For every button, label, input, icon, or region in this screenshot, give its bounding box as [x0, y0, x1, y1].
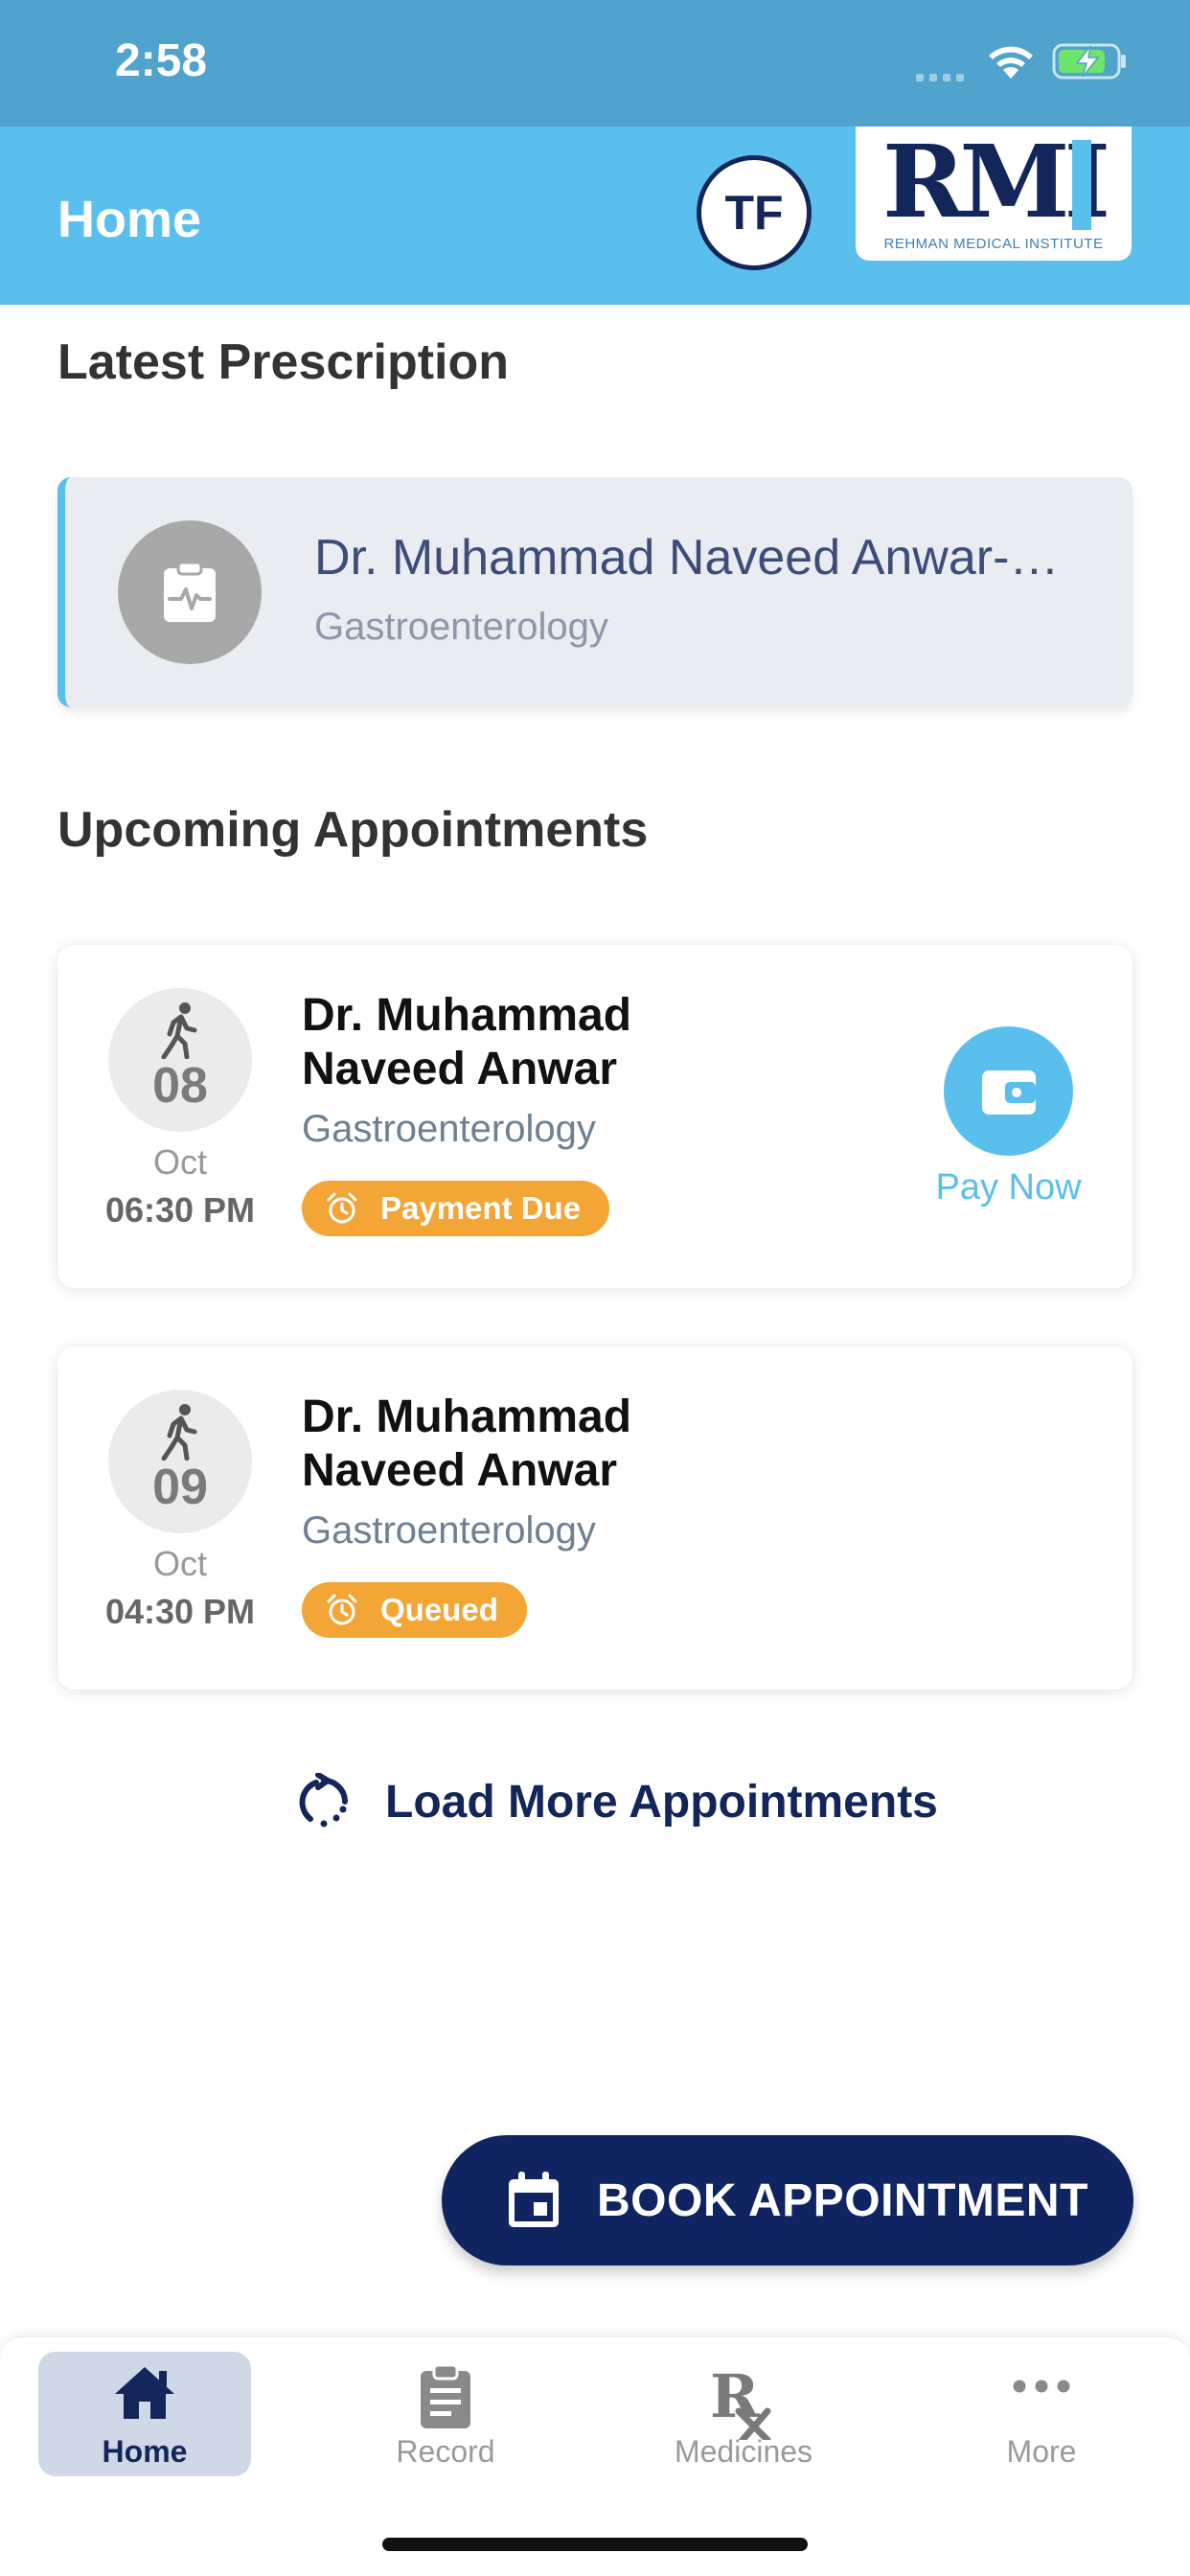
tab-record[interactable]: Record: [339, 2352, 552, 2476]
appointment-card[interactable]: 09 Oct 04:30 PM Dr. Muhammad Naveed Anwa…: [57, 1346, 1133, 1690]
prescription-specialty: Gastroenterology: [314, 606, 608, 648]
status-badge: Payment Due: [302, 1181, 610, 1236]
cellular-signal-icon: [916, 69, 970, 86]
wallet-icon: [981, 1070, 1036, 1115]
appointment-date-circle: 08: [108, 988, 252, 1132]
alarm-clock-icon: [327, 1192, 357, 1224]
appointment-doctor-name: Dr. Muhammad Naveed Anwar: [302, 1392, 632, 1496]
latest-prescription-heading: Latest Prescription: [57, 334, 510, 390]
status-time: 2:58: [115, 35, 208, 86]
appointment-date-circle: 09: [108, 1390, 252, 1533]
appointment-month: Oct: [152, 1544, 207, 1583]
appointment-specialty: Gastroenterology: [302, 1108, 596, 1150]
tab-more[interactable]: More: [935, 2352, 1148, 2476]
calendar-icon: [509, 2172, 559, 2227]
tab-record-label: Record: [396, 2434, 495, 2469]
upcoming-appointments-heading: Upcoming Appointments: [57, 802, 649, 858]
refresh-icon: [299, 1773, 348, 1828]
page-title: Home: [57, 191, 202, 248]
latest-prescription-card[interactable]: Dr. Muhammad Naveed Anwar-… Gastroentero…: [57, 477, 1133, 707]
medical-report-icon: [118, 520, 262, 664]
rx-icon: R: [710, 2363, 771, 2440]
load-more-appointments-button[interactable]: Load More Appointments: [297, 1763, 938, 1840]
app-header: Home TF RMI REHMAN MEDICAL INSTITUTE: [0, 126, 1190, 305]
alarm-clock-icon: [327, 1594, 357, 1625]
tab-home[interactable]: Home: [38, 2352, 251, 2476]
pay-now-label[interactable]: Pay Now: [901, 1167, 1116, 1208]
load-more-label[interactable]: Load More Appointments: [385, 1776, 938, 1828]
status-badge-label: Queued: [380, 1592, 498, 1627]
appointment-day: 08: [152, 1058, 208, 1114]
prescription-doctor-name: Dr. Muhammad Naveed Anwar-…: [314, 530, 1060, 586]
rmi-logo: RMI REHMAN MEDICAL INSTITUTE: [856, 126, 1132, 261]
walking-person-icon: [161, 1404, 197, 1460]
home-indicator: [382, 2538, 808, 2551]
logo-subtitle: REHMAN MEDICAL INSTITUTE: [883, 236, 1104, 252]
home-icon: [115, 2367, 174, 2419]
tab-more-label: More: [1006, 2434, 1077, 2469]
tab-medicines-label: Medicines: [674, 2434, 813, 2469]
book-appointment-label[interactable]: BOOK APPOINTMENT: [597, 2174, 1088, 2227]
battery-charging-icon: [1052, 43, 1126, 80]
walking-person-icon: [161, 1002, 197, 1059]
tab-medicines[interactable]: R Medicines: [637, 2352, 850, 2476]
appointment-time: 06:30 PM: [104, 1190, 256, 1230]
clipboard-icon: [421, 2363, 470, 2428]
more-icon: [1013, 2380, 1070, 2393]
appointment-day: 09: [152, 1460, 208, 1515]
appointment-card[interactable]: 08 Oct 06:30 PM Dr. Muhammad Naveed Anwa…: [57, 945, 1133, 1288]
status-bar: 2:58: [0, 0, 1190, 126]
appointment-time: 04:30 PM: [104, 1592, 256, 1631]
logo-accent-bar: [1072, 140, 1091, 230]
status-badge: Queued: [302, 1582, 527, 1638]
status-badge-label: Payment Due: [380, 1190, 582, 1226]
book-appointment-button[interactable]: BOOK APPOINTMENT: [442, 2135, 1133, 2266]
pay-now-button[interactable]: [944, 1026, 1073, 1156]
appointment-specialty: Gastroenterology: [302, 1509, 596, 1552]
wifi-icon: [989, 46, 1033, 79]
appointment-doctor-name: Dr. Muhammad Naveed Anwar: [302, 990, 632, 1094]
tab-home-label: Home: [102, 2434, 188, 2469]
appointment-month: Oct: [152, 1142, 207, 1182]
user-avatar[interactable]: TF: [697, 155, 812, 270]
